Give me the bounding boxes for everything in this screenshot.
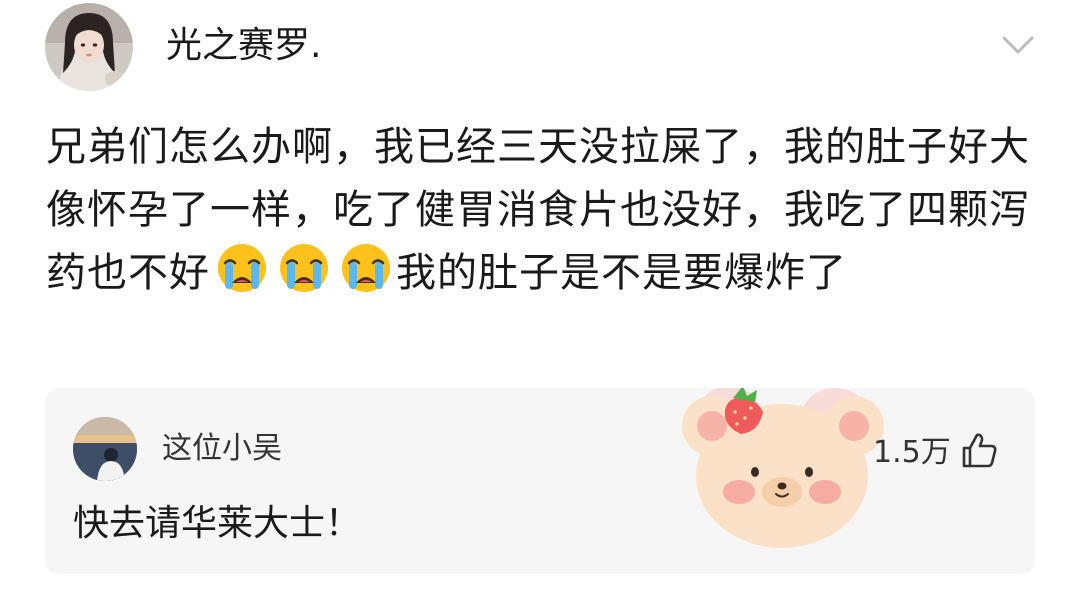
author-avatar[interactable] xyxy=(45,3,133,91)
like-count: 1.5万 xyxy=(873,435,951,470)
top-comment[interactable]: 这位小吴 快去请华莱大士！ 1.5万 xyxy=(45,388,1035,574)
post-page: 光之赛罗. 兄弟们怎么办啊，我已经三天没拉屎了，我的肚子好大像怀孕了一样，吃了健… xyxy=(0,0,1080,597)
thumbs-up-icon[interactable] xyxy=(960,431,998,469)
crying-face-icon xyxy=(278,242,330,294)
post-body: 兄弟们怎么办啊，我已经三天没拉屎了，我的肚子好大像怀孕了一样，吃了健胃消食片也没… xyxy=(46,116,1046,305)
crying-face-icon xyxy=(216,242,268,294)
author-name[interactable]: 光之赛罗. xyxy=(166,24,321,68)
commenter-avatar[interactable] xyxy=(73,417,137,481)
chevron-down-icon[interactable] xyxy=(1000,30,1036,58)
commenter-name[interactable]: 这位小吴 xyxy=(162,430,282,468)
comment-text: 快去请华莱大士！ xyxy=(73,503,362,544)
bear-strawberry-sticker xyxy=(667,388,897,556)
post-text-part: 我的肚子是不是要爆炸了 xyxy=(396,250,847,296)
crying-face-icon xyxy=(340,242,392,294)
